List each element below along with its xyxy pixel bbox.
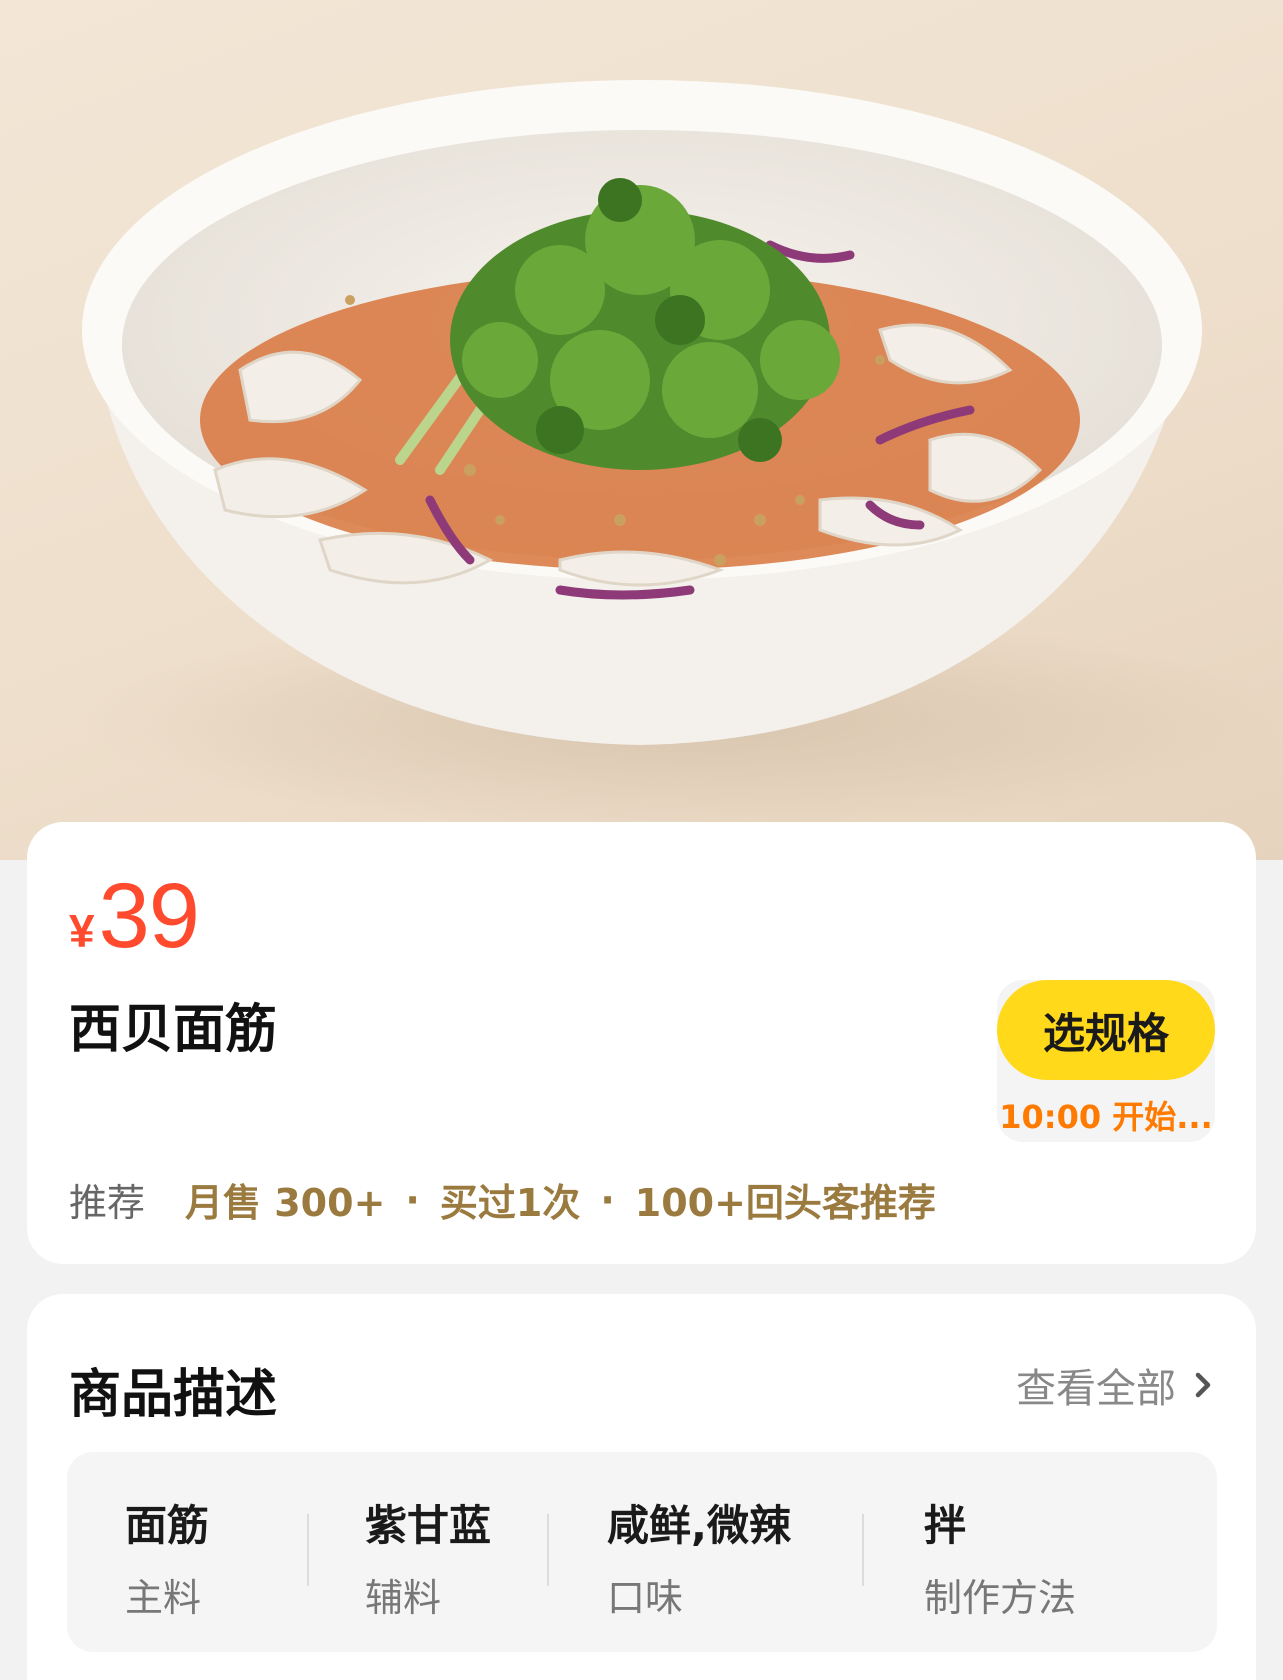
price-value: 39 xyxy=(98,865,200,967)
dish-illustration xyxy=(80,80,1280,830)
product-description-card: 商品描述 查看全部 面筋 主料 紫甘蓝 辅料 咸鲜,微辣 口味 拌 制作方法 xyxy=(27,1294,1256,1680)
attribute-side-ingredient: 紫甘蓝 辅料 xyxy=(365,1492,491,1622)
product-info-card: ¥ 39 西贝面筋 选规格 10:00 开始... 推荐 月售 300+ · 买… xyxy=(27,822,1256,1264)
product-price: ¥ 39 xyxy=(69,865,200,967)
recommendation-row: 推荐 月售 300+ · 买过1次 · 100+回头客推荐 xyxy=(69,1172,936,1227)
spec-selector: 选规格 10:00 开始... xyxy=(997,980,1215,1142)
attribute-name: 口味 xyxy=(607,1576,684,1620)
attribute-main-ingredient: 面筋 主料 xyxy=(125,1492,209,1622)
repeat-customer-recommend: 100+回头客推荐 xyxy=(634,1181,936,1225)
currency-symbol: ¥ xyxy=(69,905,95,957)
product-title: 西贝面筋 xyxy=(69,1000,278,1060)
sale-start-time: 10:00 开始... xyxy=(999,1098,1213,1136)
select-spec-button[interactable]: 选规格 xyxy=(997,980,1215,1080)
attribute-cooking-method: 拌 制作方法 xyxy=(924,1492,1076,1622)
attribute-value: 面筋 xyxy=(125,1501,210,1550)
divider xyxy=(862,1514,864,1586)
description-title: 商品描述 xyxy=(69,1365,278,1425)
attribute-name: 主料 xyxy=(125,1576,202,1620)
attribute-flavor: 咸鲜,微辣 口味 xyxy=(607,1492,791,1622)
attribute-value: 紫甘蓝 xyxy=(365,1501,492,1550)
separator-dot: · xyxy=(405,1177,420,1222)
attribute-name: 制作方法 xyxy=(924,1576,1077,1620)
divider xyxy=(307,1514,309,1586)
recommend-label: 推荐 xyxy=(69,1181,146,1225)
view-all-label: 查看全部 xyxy=(1016,1366,1176,1412)
purchase-history: 买过1次 xyxy=(439,1181,581,1225)
attribute-name: 辅料 xyxy=(365,1576,442,1620)
product-detail-page: ¥ 39 西贝面筋 选规格 10:00 开始... 推荐 月售 300+ · 买… xyxy=(0,0,1283,1680)
attribute-panel: 面筋 主料 紫甘蓝 辅料 咸鲜,微辣 口味 拌 制作方法 xyxy=(67,1452,1217,1652)
divider xyxy=(547,1514,549,1586)
attribute-value: 咸鲜,微辣 xyxy=(607,1501,791,1550)
chevron-right-icon xyxy=(1195,1372,1211,1398)
attribute-value: 拌 xyxy=(924,1501,967,1550)
separator-dot: · xyxy=(600,1177,615,1222)
product-photo xyxy=(0,0,1283,860)
view-all-link[interactable]: 查看全部 xyxy=(1016,1356,1218,1414)
monthly-sales: 月售 300+ xyxy=(185,1181,386,1225)
